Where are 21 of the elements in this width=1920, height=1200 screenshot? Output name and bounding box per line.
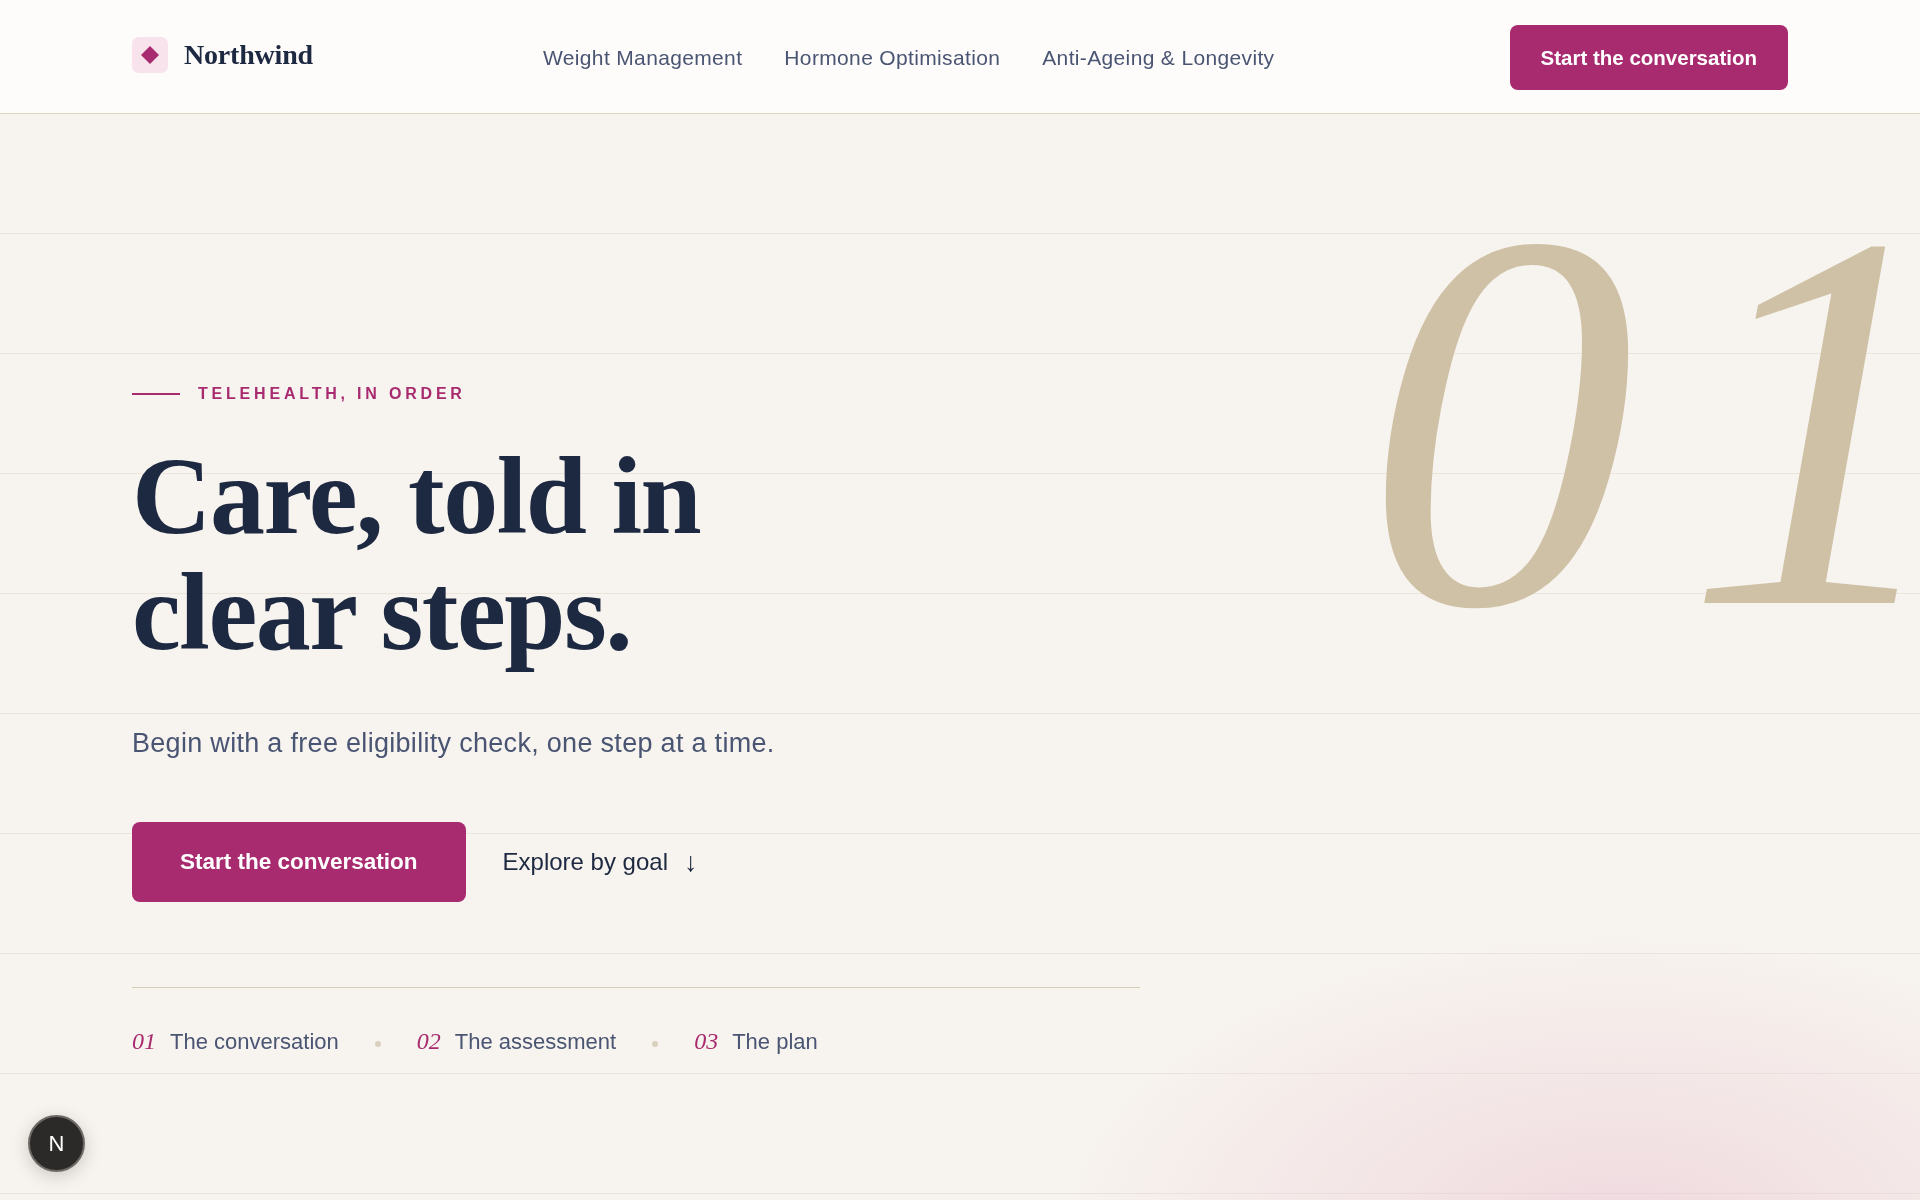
step-label: The plan	[732, 1028, 818, 1055]
primary-cta-button[interactable]: Start the conversation	[132, 822, 466, 902]
diamond-logo-icon	[132, 36, 168, 73]
nav-link[interactable]: Hormone Optimisation	[784, 45, 1001, 70]
dot-separator-icon	[374, 1041, 381, 1047]
nav-link[interactable]: Weight Management	[543, 45, 743, 70]
large-step-numeral: 01	[1365, 151, 1920, 691]
eyebrow-label: TELEHEALTH, IN ORDER	[198, 385, 466, 403]
header-cta-button[interactable]: Start the conversation	[1509, 25, 1788, 90]
dot-separator-icon	[652, 1041, 659, 1047]
step-label: The conversation	[170, 1028, 339, 1055]
step-label: The assessment	[454, 1028, 617, 1055]
step-number: 01	[132, 1027, 156, 1055]
brand-name: Northwind	[184, 38, 313, 71]
explore-link[interactable]: Explore by goal ↓	[502, 848, 698, 876]
down-arrow-icon: ↓	[684, 848, 698, 876]
hero-subtitle: Begin with a free eligibility check, one step at a time.	[132, 727, 775, 759]
hero-headline: Care, told in clear steps.	[132, 438, 701, 670]
step-number: 03	[694, 1027, 719, 1055]
step-number: 02	[416, 1027, 441, 1055]
nav-link[interactable]: Anti-Ageing & Longevity	[1042, 45, 1275, 70]
